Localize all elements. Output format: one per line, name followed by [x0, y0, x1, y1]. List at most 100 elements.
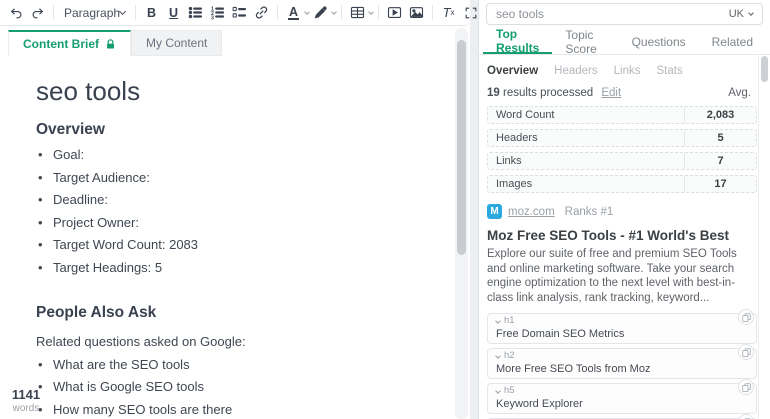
table-row: Images 17	[487, 175, 757, 193]
people-also-ask-heading: People Also Ask	[36, 303, 436, 322]
header-text: More Free SEO Tools from Moz	[496, 363, 748, 375]
list-item: Deadline:	[36, 192, 436, 207]
copy-icon	[742, 313, 751, 322]
text-color-button[interactable]: A	[283, 3, 304, 23]
chevron-down-icon[interactable]	[304, 9, 310, 15]
result-description: Explore our suite of free and premium SE…	[487, 247, 753, 305]
research-scrollbar-thumb[interactable]	[761, 56, 768, 82]
tab-related[interactable]: Related	[699, 29, 766, 54]
stat-value: 2,083	[684, 107, 756, 123]
svg-text:3: 3	[211, 15, 214, 20]
paragraph-style-dropdown[interactable]: Paragraph	[59, 6, 130, 20]
todo-list-button[interactable]	[229, 3, 250, 23]
underline-button[interactable]: U	[163, 3, 184, 23]
copy-button[interactable]	[738, 414, 754, 419]
fullscreen-button[interactable]	[460, 3, 481, 23]
results-label: results processed	[503, 87, 593, 99]
tab-top-results[interactable]: Top Results	[483, 29, 552, 54]
chevron-down-icon[interactable]	[368, 9, 374, 15]
search-box: UK	[486, 3, 763, 25]
editor-panel: Paragraph B U 123 A	[0, 0, 470, 419]
toolbar-divider	[432, 5, 433, 20]
research-tab-bar: Top Results Topic Score Questions Relate…	[479, 29, 770, 55]
link-button[interactable]	[251, 3, 272, 23]
tab-content-brief[interactable]: Content Brief	[8, 30, 131, 56]
search-row: UK	[479, 0, 770, 29]
toolbar-divider	[135, 5, 136, 20]
redo-button[interactable]	[27, 3, 48, 23]
stat-label: Images	[488, 176, 684, 192]
copy-button[interactable]	[738, 309, 754, 325]
result-title: Moz Free SEO Tools - #1 World's Best	[487, 228, 755, 243]
subtab-links[interactable]: Links	[614, 65, 641, 77]
stat-value: 5	[684, 130, 756, 146]
subtab-overview[interactable]: Overview	[487, 65, 538, 77]
table-row: Word Count 2,083	[487, 106, 757, 124]
numbered-list-button[interactable]: 123	[207, 3, 228, 23]
copy-button[interactable]	[738, 379, 754, 395]
clear-formatting-button[interactable]: Tx	[438, 3, 459, 23]
panel-gutter	[470, 0, 478, 419]
bold-button[interactable]: B	[141, 3, 162, 23]
stat-value: 17	[684, 176, 756, 192]
bullet-list-button[interactable]	[185, 3, 206, 23]
chevron-down-icon[interactable]	[331, 9, 337, 15]
list-item: Target Audience:	[36, 170, 436, 185]
clear-formatting-t: T	[443, 5, 451, 20]
embed-video-button[interactable]	[384, 3, 405, 23]
region-label: UK	[729, 8, 744, 20]
header-card[interactable]: h2 More Free SEO Tools from Moz	[487, 348, 757, 379]
research-scrollbar[interactable]	[758, 55, 770, 419]
text-color-label: A	[288, 6, 299, 20]
chevron-down-icon	[119, 8, 126, 15]
chevron-down-icon	[748, 10, 754, 16]
header-tag: h5	[504, 386, 515, 396]
undo-button[interactable]	[5, 3, 26, 23]
result-domain-link[interactable]: moz.com	[508, 206, 555, 218]
header-tag-row: h2	[496, 351, 748, 361]
subtab-stats[interactable]: Stats	[656, 65, 682, 77]
header-text: Free Domain SEO Metrics	[496, 328, 748, 340]
header-card[interactable]: h5 Keyword Explorer	[487, 383, 757, 414]
header-text: Keyword Explorer	[496, 398, 748, 410]
subtab-headers[interactable]: Headers	[554, 65, 597, 77]
list-item: Goal:	[36, 147, 436, 162]
results-count: 19	[487, 87, 500, 99]
list-item: Target Headings: 5	[36, 260, 436, 275]
header-tag-row: h5	[496, 386, 748, 396]
tab-topic-score[interactable]: Topic Score	[552, 29, 618, 54]
copy-icon	[742, 383, 751, 392]
tab-my-content[interactable]: My Content	[131, 30, 222, 56]
chevron-down-icon[interactable]	[495, 388, 501, 394]
table-button[interactable]	[347, 3, 368, 23]
tab-questions[interactable]: Questions	[619, 29, 699, 54]
edit-link[interactable]: Edit	[601, 87, 621, 99]
paa-list: What are the SEO tools What is Google SE…	[36, 357, 436, 417]
editor-scrollbar-thumb[interactable]	[457, 40, 466, 255]
search-input[interactable]	[496, 7, 729, 21]
toolbar-divider	[341, 5, 342, 20]
link-icon	[254, 5, 269, 20]
table-icon	[350, 5, 365, 20]
fullscreen-icon	[464, 6, 478, 20]
editor-tab-bar: Content Brief My Content	[8, 30, 222, 56]
lock-icon	[105, 39, 116, 50]
chevron-down-icon[interactable]	[495, 318, 501, 324]
copy-icon	[742, 348, 751, 357]
bullet-list-icon	[188, 5, 203, 20]
clear-formatting-x: x	[451, 8, 455, 17]
avg-column-header: Avg.	[728, 87, 751, 99]
stat-label: Word Count	[488, 107, 684, 123]
highlight-color-button[interactable]	[310, 3, 331, 23]
copy-button[interactable]	[738, 344, 754, 360]
undo-icon	[9, 6, 23, 20]
editor-scrollbar[interactable]	[455, 28, 468, 419]
chevron-down-icon[interactable]	[495, 353, 501, 359]
redo-icon	[31, 6, 45, 20]
insert-image-button[interactable]	[406, 3, 427, 23]
region-dropdown[interactable]: UK	[729, 8, 753, 20]
document-editor[interactable]: seo tools Overview Goal: Target Audience…	[36, 56, 436, 419]
list-item: What is Google SEO tools	[36, 379, 436, 394]
list-item: How many SEO tools are there	[36, 402, 436, 417]
header-card[interactable]: h1 Free Domain SEO Metrics	[487, 313, 757, 344]
